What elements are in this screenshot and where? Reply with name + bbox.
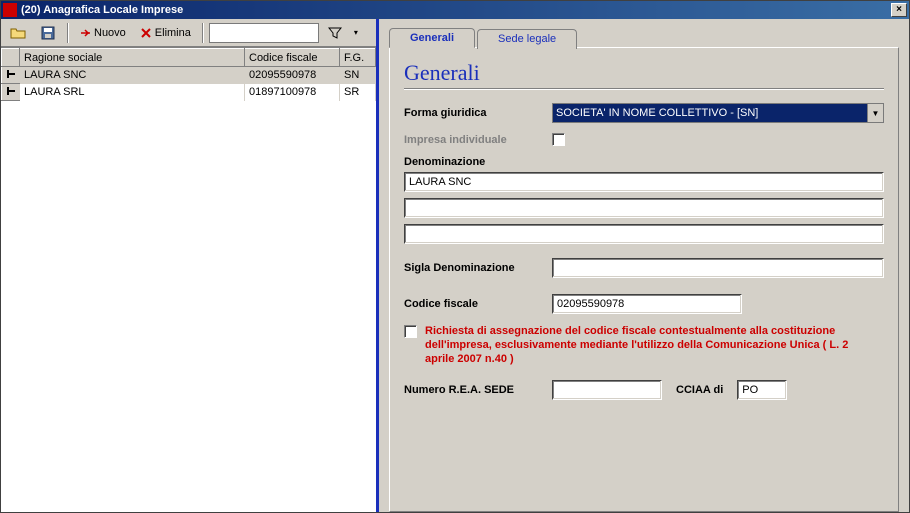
cell-ragione: LAURA SNC <box>20 67 245 84</box>
elimina-button[interactable]: Elimina <box>135 22 196 44</box>
richiesta-cf-note: Richiesta di assegnazione del codice fis… <box>425 324 865 366</box>
toolbar-separator <box>67 23 68 43</box>
denominazione-input-1[interactable] <box>404 172 884 192</box>
cell-fg: SN <box>340 67 376 84</box>
impresa-individuale-label: Impresa individuale <box>404 134 544 146</box>
window-titlebar: (20) Anagrafica Locale Imprese × <box>1 1 909 19</box>
toolbar-search-input[interactable] <box>209 23 319 43</box>
codice-fiscale-label: Codice fiscale <box>404 298 544 310</box>
cciaa-di-label: CCIAA di <box>676 384 723 396</box>
denominazione-input-2[interactable] <box>404 198 884 218</box>
cell-fg: SR <box>340 84 376 101</box>
tab-panel-generali: Generali Forma giuridica SOCIETA' IN NOM… <box>389 47 899 512</box>
row-indicator-icon <box>2 67 20 84</box>
col-codice-fiscale[interactable]: Codice fiscale <box>245 49 340 67</box>
sigla-denominazione-label: Sigla Denominazione <box>404 262 544 274</box>
cell-codice: 02095590978 <box>245 67 340 84</box>
codice-fiscale-input[interactable] <box>552 294 742 314</box>
tab-generali[interactable]: Generali <box>389 28 475 48</box>
select-arrow-icon[interactable]: ▼ <box>867 104 883 122</box>
toolbar-separator <box>202 23 203 43</box>
save-icon[interactable] <box>35 22 61 44</box>
window-title: (20) Anagrafica Locale Imprese <box>21 4 891 16</box>
richiesta-cf-checkbox[interactable] <box>404 325 417 338</box>
tab-strip: Generali Sede legale <box>389 27 899 47</box>
cciaa-input[interactable] <box>737 380 787 400</box>
window-close-button[interactable]: × <box>891 3 907 17</box>
elimina-label: Elimina <box>155 27 191 39</box>
sigla-denominazione-input[interactable] <box>552 258 884 278</box>
filter-dropdown-arrow-icon[interactable]: ▾ <box>351 23 361 43</box>
impresa-individuale-checkbox[interactable] <box>552 133 565 146</box>
row-indicator-icon <box>2 84 20 101</box>
cell-codice: 01897100978 <box>245 84 340 101</box>
app-icon <box>3 3 17 17</box>
page-title: Generali <box>404 60 884 86</box>
row-header-blank <box>2 49 20 67</box>
left-pane: Nuovo Elimina ▾ Ragione soc <box>1 19 379 512</box>
table-row[interactable]: LAURA SRL 01897100978 SR <box>2 84 376 101</box>
forma-giuridica-select[interactable]: SOCIETA' IN NOME COLLETTIVO - [SN] ▼ <box>552 103 884 123</box>
col-ragione-sociale[interactable]: Ragione sociale <box>20 49 245 67</box>
right-pane: Generali Sede legale Generali Forma giur… <box>379 19 909 512</box>
table-row[interactable]: LAURA SNC 02095590978 SN <box>2 67 376 84</box>
forma-giuridica-value: SOCIETA' IN NOME COLLETTIVO - [SN] <box>556 107 758 119</box>
left-toolbar: Nuovo Elimina ▾ <box>1 19 376 47</box>
grid-header-row: Ragione sociale Codice fiscale F.G. <box>2 49 376 67</box>
col-fg[interactable]: F.G. <box>340 49 376 67</box>
denominazione-label: Denominazione <box>404 156 884 168</box>
numero-rea-input[interactable] <box>552 380 662 400</box>
forma-giuridica-label: Forma giuridica <box>404 107 544 119</box>
denominazione-input-3[interactable] <box>404 224 884 244</box>
heading-divider <box>404 88 884 89</box>
nuovo-label: Nuovo <box>94 27 126 39</box>
companies-grid[interactable]: Ragione sociale Codice fiscale F.G. LAUR… <box>1 47 376 512</box>
numero-rea-label: Numero R.E.A. SEDE <box>404 384 544 396</box>
cell-ragione: LAURA SRL <box>20 84 245 101</box>
filter-icon[interactable] <box>323 22 347 44</box>
nuovo-button[interactable]: Nuovo <box>74 22 131 44</box>
tab-sede-legale[interactable]: Sede legale <box>477 29 577 49</box>
open-icon[interactable] <box>5 22 31 44</box>
